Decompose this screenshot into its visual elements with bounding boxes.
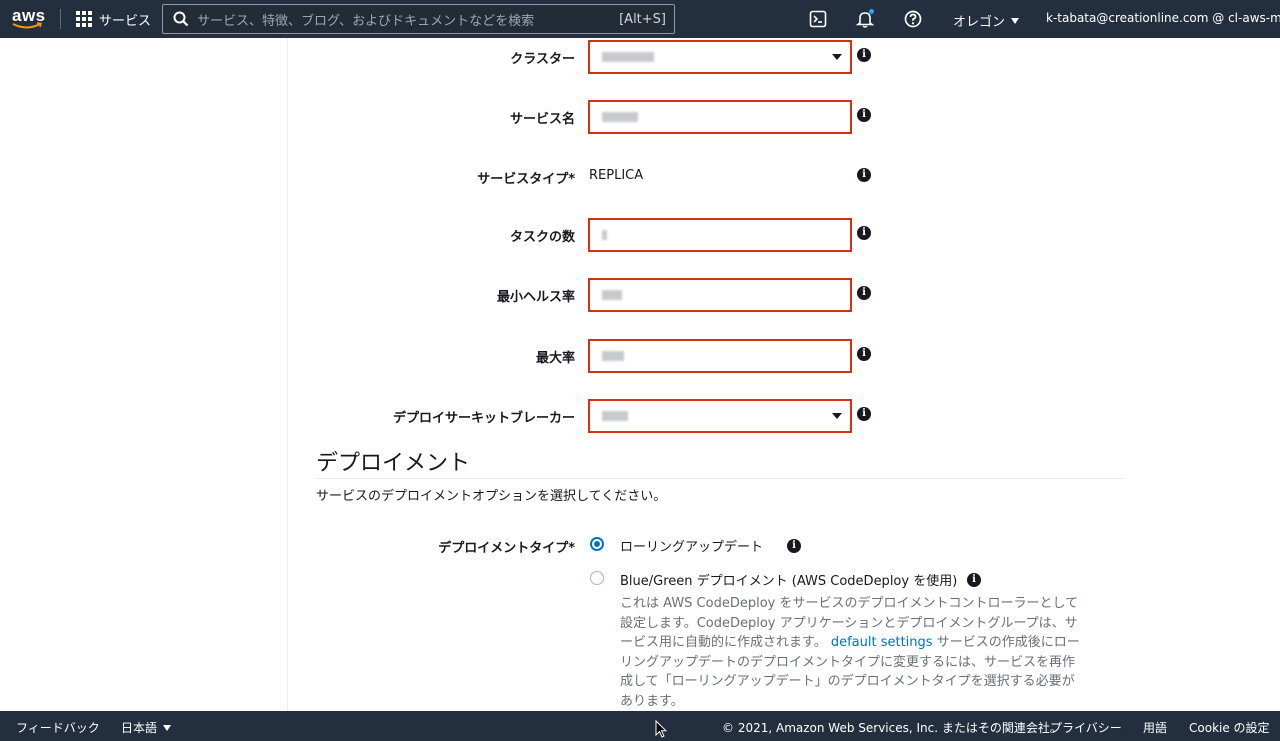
deployment-section-title: デプロイメント [316, 451, 471, 476]
copyright-text: © 2021, Amazon Web Services, Inc. またはその関… [722, 721, 1062, 735]
privacy-link[interactable]: プライバシー [1050, 719, 1122, 736]
terms-link[interactable]: 用語 [1143, 719, 1167, 736]
region-label: オレゴン [953, 15, 1006, 30]
task-count-input[interactable] [588, 218, 852, 252]
services-menu-button[interactable]: サービス [76, 10, 152, 29]
rolling-update-label[interactable]: ローリングアップデート [620, 536, 763, 555]
min-health-label: 最小ヘルス率 [496, 290, 575, 305]
section-divider [316, 478, 1124, 479]
max-percent-label: 最大率 [535, 351, 575, 366]
rolling-update-radio[interactable] [590, 537, 604, 551]
aws-smile-icon [12, 22, 42, 29]
circuit-breaker-select[interactable] [588, 399, 852, 433]
caret-down-icon [163, 724, 172, 731]
nav-divider [60, 9, 61, 29]
redacted-value [602, 411, 628, 421]
services-label: サービス [99, 13, 152, 29]
account-menu[interactable]: k-tabata@creationline.com @ cl-aws-ml [1046, 11, 1280, 25]
language-label: 日本語 [121, 721, 158, 735]
redacted-value [602, 230, 607, 240]
deployment-section-description: サービスのデプロイメントオプションを選択してください。 [316, 489, 667, 504]
cookie-settings-link[interactable]: Cookie の設定 [1189, 719, 1270, 736]
top-navigation-bar: aws サービス サービス、特徴、ブログ、およびドキュメントなどを検索 [Alt… [0, 0, 1280, 38]
feedback-link[interactable]: フィードバック [16, 719, 100, 736]
account-label: k-tabata@creationline.com @ cl-aws-ml [1046, 11, 1280, 25]
grid-icon [76, 11, 92, 27]
service-type-value: REPLICA [589, 168, 644, 183]
blue-green-description: これは AWS CodeDeploy をサービスのデプロイメントコントローラーと… [620, 594, 1080, 711]
info-icon[interactable]: i [857, 108, 871, 122]
min-health-input[interactable] [588, 278, 852, 312]
circuit-breaker-label: デプロイサーキットブレーカー [392, 411, 575, 426]
info-icon[interactable]: i [857, 168, 871, 182]
max-percent-input[interactable] [588, 339, 852, 373]
info-icon[interactable]: i [857, 286, 871, 300]
default-settings-link[interactable]: default settings [831, 635, 933, 650]
info-icon[interactable]: i [857, 48, 871, 62]
search-shortcut: [Alt+S] [619, 11, 666, 27]
region-selector[interactable]: オレゴン [953, 11, 1020, 30]
service-type-row: サービスタイプ* REPLICA i [300, 160, 900, 194]
redacted-value [602, 290, 622, 300]
deployment-type-label: デプロイメントタイプ* [438, 541, 575, 556]
bell-icon[interactable] [855, 9, 875, 29]
redacted-value [602, 112, 638, 122]
help-icon[interactable] [903, 9, 923, 29]
cluster-row: クラスター i [300, 40, 900, 74]
chevron-down-icon [832, 413, 842, 419]
info-icon[interactable]: i [857, 226, 871, 240]
cluster-label: クラスター [510, 52, 575, 67]
service-name-label: サービス名 [509, 112, 575, 127]
service-name-row: サービス名 i [300, 100, 900, 134]
info-icon[interactable]: i [787, 539, 801, 553]
service-type-label: サービスタイプ* [477, 172, 575, 187]
service-name-input[interactable] [588, 100, 852, 134]
info-icon[interactable]: i [857, 347, 871, 361]
redacted-value [602, 52, 654, 62]
sidebar-divider [287, 38, 288, 711]
info-icon[interactable]: i [857, 407, 871, 421]
aws-logo[interactable]: aws [12, 6, 46, 32]
cloudshell-icon[interactable] [808, 9, 828, 29]
max-percent-row: 最大率 i [300, 339, 900, 373]
redacted-value [602, 351, 624, 361]
search-placeholder: サービス、特徴、ブログ、およびドキュメントなどを検索 [197, 13, 535, 29]
blue-green-radio[interactable] [590, 571, 604, 585]
search-input[interactable]: サービス、特徴、ブログ、およびドキュメントなどを検索 [Alt+S] [162, 4, 675, 34]
search-icon [173, 11, 189, 27]
task-count-row: タスクの数 i [300, 218, 900, 252]
mouse-cursor-icon [655, 720, 667, 738]
info-icon[interactable]: i [967, 573, 981, 587]
blue-green-label[interactable]: Blue/Green デプロイメント (AWS CodeDeploy を使用) [620, 570, 957, 589]
caret-down-icon [1011, 17, 1020, 24]
cluster-select[interactable] [588, 40, 852, 74]
footer-bar: フィードバック 日本語 © 2021, Amazon Web Services,… [0, 711, 1280, 741]
task-count-label: タスクの数 [509, 230, 575, 245]
min-health-row: 最小ヘルス率 i [300, 278, 900, 312]
chevron-down-icon [832, 54, 842, 60]
language-selector[interactable]: 日本語 [121, 719, 172, 736]
circuit-breaker-row: デプロイサーキットブレーカー i [300, 399, 900, 433]
